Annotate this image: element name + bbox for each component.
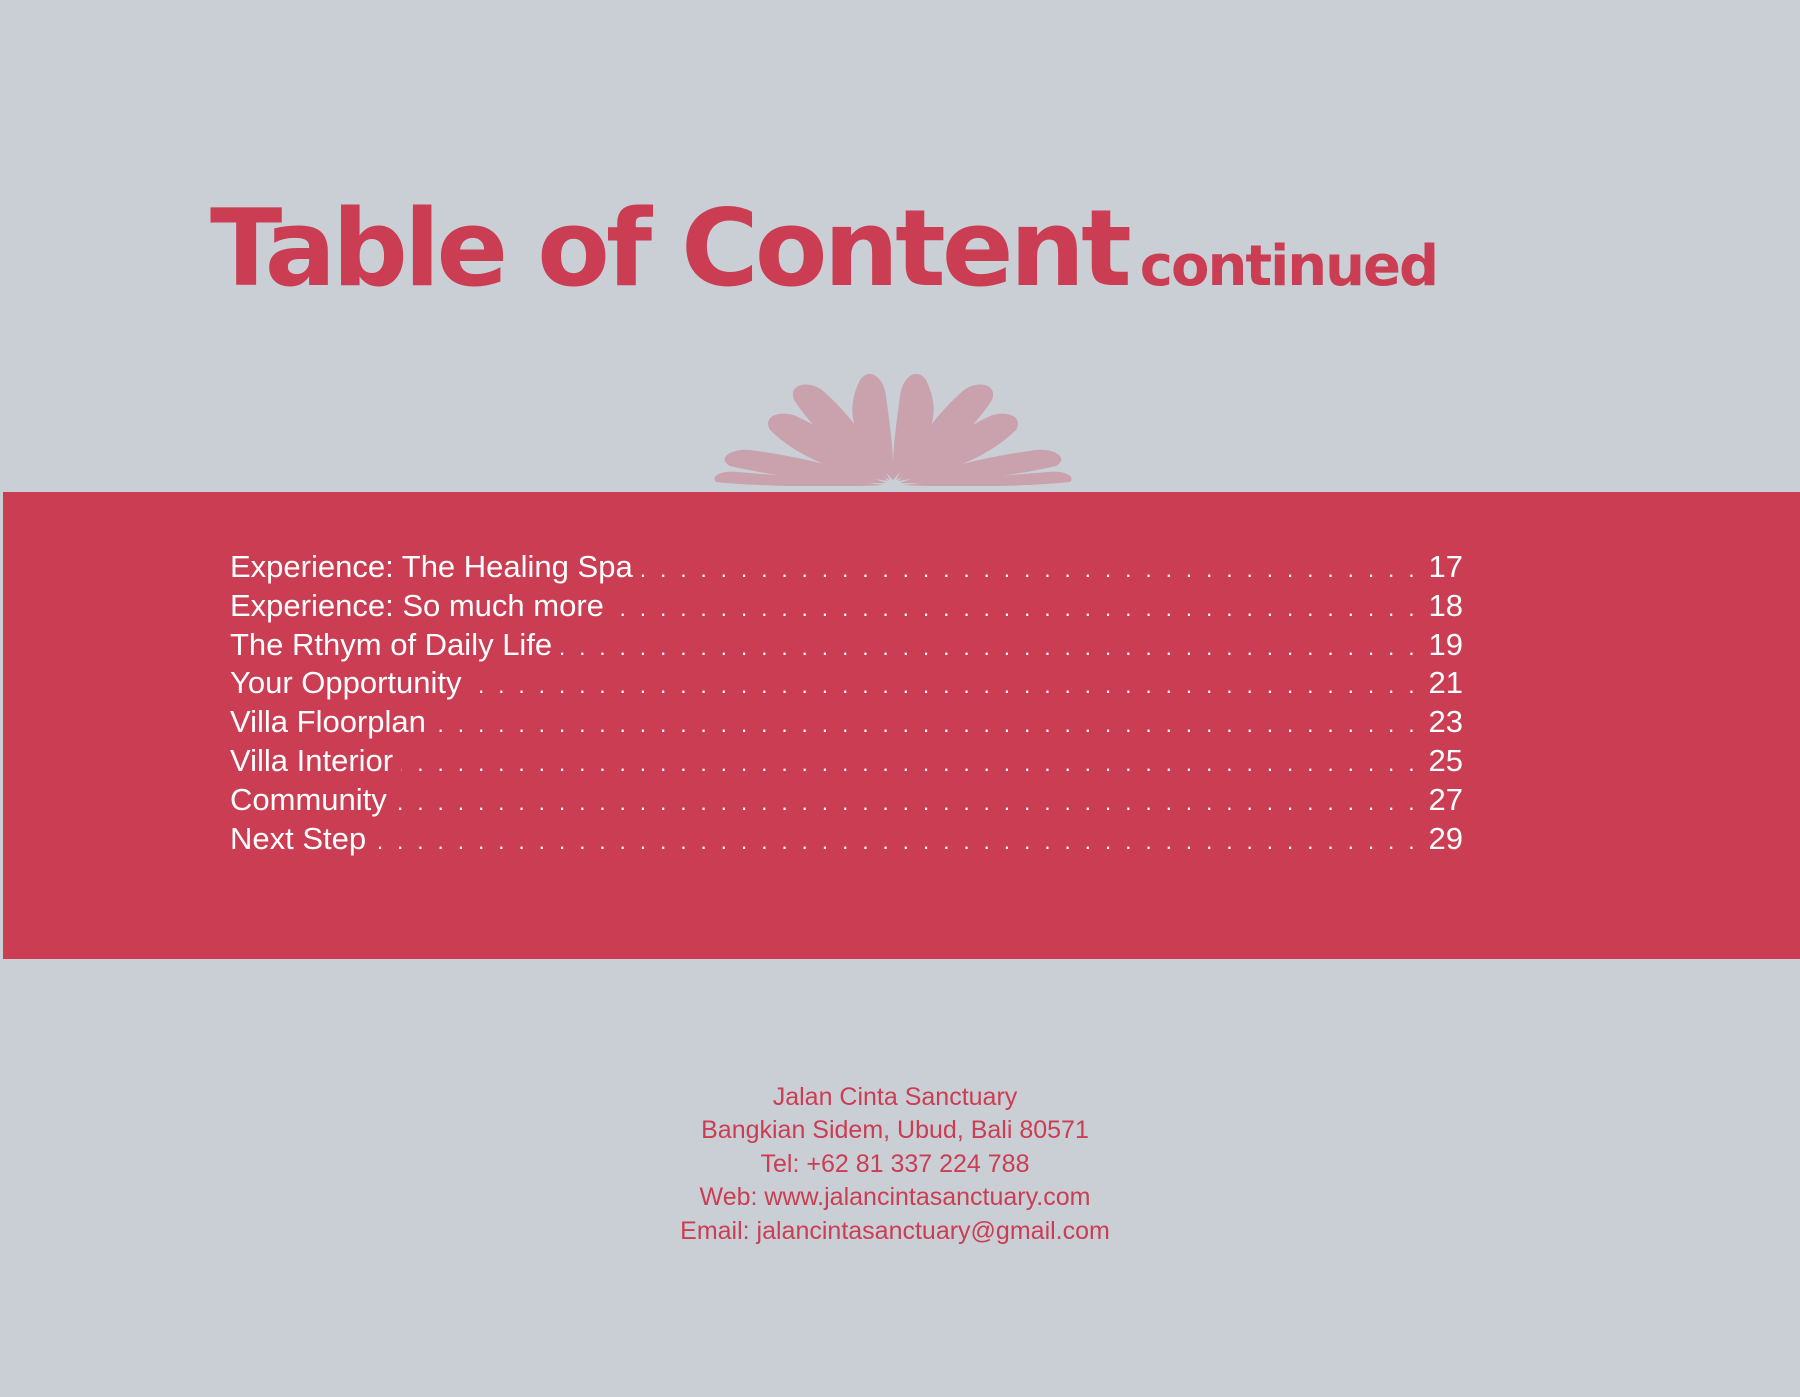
toc-entry-page: 18 <box>1428 587 1463 623</box>
toc-entry-title: Experience: The Healing Spa <box>230 549 633 584</box>
toc-entry-title: Next Step <box>230 820 367 856</box>
dot-leader: . . . . . . . . . . . . . . . . . . . . … <box>395 789 1419 815</box>
contact-email: Email: jalancintasanctuary@gmail.com <box>680 1216 1110 1245</box>
toc-entry-page: 23 <box>1428 704 1463 740</box>
contact-address: Bangkian Sidem, Ubud, Bali 80571 <box>701 1116 1089 1145</box>
toc-entry-page: 21 <box>1428 665 1463 701</box>
toc-entry-title: Villa Floorplan <box>230 704 426 740</box>
dot-leader: . . . . . . . . . . . . . . . . . . . . … <box>434 712 1419 738</box>
toc-entry[interactable]: Experience: So much more . . . . . . . .… <box>230 587 1463 626</box>
dot-leader: . . . . . . . . . . . . . . . . . . . . … <box>612 595 1419 621</box>
toc-entry[interactable]: Villa Floorplan . . . . . . . . . . . . … <box>230 703 1463 742</box>
dot-leader: . . . . . . . . . . . . . . . . . . . . … <box>374 828 1419 854</box>
toc-entry[interactable]: Your Opportunity . . . . . . . . . . . .… <box>230 664 1463 703</box>
toc-entry-page: 17 <box>1428 549 1463 584</box>
toc-entry-page: 27 <box>1428 781 1463 817</box>
toc-entry-title: Villa Interior <box>230 742 394 778</box>
lotus-icon <box>714 373 1072 486</box>
dot-leader: . . . . . . . . . . . . . . . . . . . . … <box>401 750 1419 776</box>
toc-entry-page: 25 <box>1428 742 1463 778</box>
toc-entry-page: 29 <box>1428 820 1463 856</box>
dot-leader: . . . . . . . . . . . . . . . . . . . . … <box>560 634 1419 660</box>
toc-entry-title: The Rthym of Daily Life <box>230 626 553 662</box>
toc-entry[interactable]: Villa Interior . . . . . . . . . . . . .… <box>230 742 1463 781</box>
toc-entry[interactable]: Next Step . . . . . . . . . . . . . . . … <box>230 820 1463 859</box>
toc-entry-title: Community <box>230 781 387 817</box>
toc-list: Experience: The Healing Spa . . . . . . … <box>230 548 1463 858</box>
page-title: Table of Content continued <box>210 196 1439 302</box>
toc-entry-page: 19 <box>1428 626 1463 662</box>
contact-block: Jalan Cinta Sanctuary Bangkian Sidem, Ub… <box>0 1081 1790 1248</box>
title-subtitle: continued <box>1139 234 1439 299</box>
dot-leader: . . . . . . . . . . . . . . . . . . . . … <box>640 557 1419 582</box>
contact-phone: Tel: +62 81 337 224 788 <box>760 1149 1030 1178</box>
toc-entry-title: Your Opportunity <box>230 665 462 701</box>
dot-leader: . . . . . . . . . . . . . . . . . . . . … <box>470 673 1419 699</box>
toc-entry[interactable]: The Rthym of Daily Life . . . . . . . . … <box>230 626 1463 665</box>
title-main: Table of Content <box>210 187 1132 310</box>
contact-website: Web: www.jalancintasanctuary.com <box>699 1183 1091 1212</box>
toc-entry[interactable]: Experience: The Healing Spa . . . . . . … <box>230 548 1463 587</box>
contact-name: Jalan Cinta Sanctuary <box>772 1083 1018 1111</box>
toc-entry-title: Experience: So much more <box>230 587 604 623</box>
toc-entry[interactable]: Community . . . . . . . . . . . . . . . … <box>230 781 1463 820</box>
